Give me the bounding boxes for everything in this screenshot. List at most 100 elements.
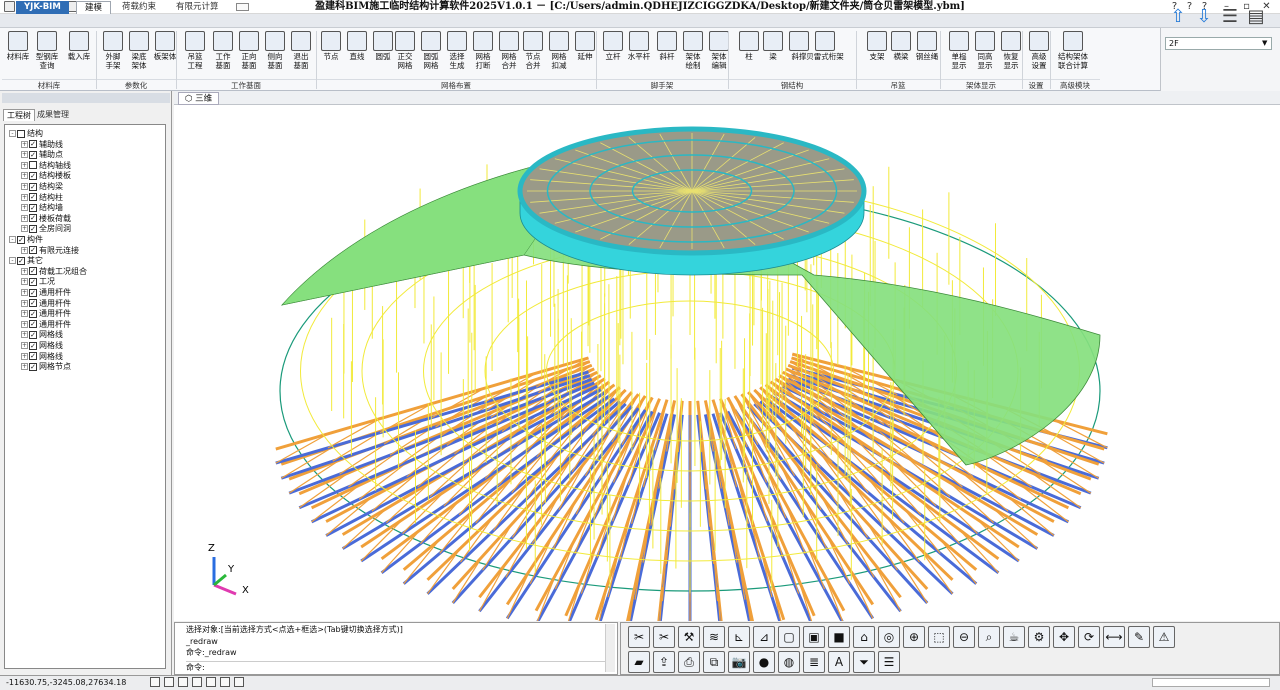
text-icon[interactable]: A	[828, 651, 850, 673]
tree-item-checkbox[interactable]: ✓	[29, 246, 37, 255]
tree-item-checkbox[interactable]: ✓	[29, 203, 37, 212]
expand-icon[interactable]: +	[21, 246, 28, 254]
tree-item[interactable]: + ✓ 通用杆件	[21, 309, 71, 320]
tree-item-checkbox[interactable]: ✓	[29, 224, 37, 233]
expand-icon[interactable]: +	[21, 225, 28, 233]
tree-item[interactable]: + ✓ 网格线	[21, 352, 63, 363]
angle-snap-icon[interactable]	[220, 677, 230, 687]
tree-item[interactable]: + ✓ 楼板荷载	[21, 214, 71, 225]
tab-fem-calc[interactable]: 有限元计算	[168, 1, 227, 14]
expand-icon[interactable]: +	[21, 342, 28, 349]
command-input[interactable]: 命令:	[186, 661, 606, 672]
ribbon-button-steel-library[interactable]: 型钢库 查询	[34, 31, 60, 70]
export-icon[interactable]: ⇪	[653, 651, 675, 673]
ribbon-button-bailey-truss[interactable]: 贝雷式桁架	[806, 31, 844, 61]
tree-item[interactable]: + ✓ 全房间洞	[21, 224, 71, 235]
cut-all-icon[interactable]: ✂	[653, 626, 675, 648]
status-scrollbar[interactable]	[1152, 678, 1270, 687]
tree-item-checkbox[interactable]: ✓	[29, 309, 37, 318]
rotate-icon[interactable]: ⟳	[1078, 626, 1100, 648]
ribbon-button-slab-support[interactable]: 板架体	[152, 31, 178, 61]
palette-icon[interactable]: ●	[753, 651, 775, 673]
expand-icon[interactable]: +	[21, 267, 28, 275]
expand-icon[interactable]: +	[21, 151, 28, 159]
all-floors-icon[interactable]: ☰	[1219, 6, 1241, 28]
tree-item[interactable]: - 结构	[9, 129, 43, 140]
tree-item-checkbox[interactable]: ✓	[29, 330, 37, 339]
floor-down-icon[interactable]: ⇩	[1193, 6, 1215, 28]
tree-item-checkbox[interactable]: ✓	[29, 171, 37, 180]
tree-item[interactable]: + ✓ 通用杆件	[21, 288, 71, 299]
tree-item-checkbox[interactable]: ✓	[17, 256, 25, 265]
pencil-icon[interactable]: ✎	[1128, 626, 1150, 648]
grid-snap-icon[interactable]	[150, 677, 160, 687]
tree-item[interactable]: + ✓ 辅助线	[21, 140, 63, 151]
tree-item-checkbox[interactable]: ✓	[29, 352, 37, 361]
tree-item-checkbox[interactable]: ✓	[29, 299, 37, 308]
line-weight-icon[interactable]	[234, 677, 244, 687]
osnap-track-icon[interactable]	[206, 677, 216, 687]
distance-icon[interactable]: ⊿	[753, 626, 775, 648]
print-icon[interactable]: ⎙	[678, 651, 700, 673]
tree-item-checkbox[interactable]: ✓	[29, 214, 37, 223]
tree-item-checkbox[interactable]: ✓	[29, 341, 37, 350]
tree-item[interactable]: + ✓ 工况	[21, 277, 55, 288]
tree-item-checkbox[interactable]	[29, 161, 37, 170]
expand-icon[interactable]: +	[21, 193, 28, 201]
model-viewport[interactable]: Z Y X	[174, 105, 1280, 621]
ruler-icon[interactable]: ≋	[703, 626, 725, 648]
tree-item[interactable]: - ✓ 构件	[9, 235, 43, 246]
ortho-snap-icon[interactable]	[164, 677, 174, 687]
expand-icon[interactable]: +	[21, 331, 28, 339]
tree-item-checkbox[interactable]: ✓	[29, 320, 37, 329]
pan-icon[interactable]: ✥	[1053, 626, 1075, 648]
copy-icon[interactable]: ⧉	[703, 651, 725, 673]
axis-icon[interactable]: ⊾	[728, 626, 750, 648]
house-view-icon[interactable]: ⌂	[853, 626, 875, 648]
collapse-icon[interactable]: -	[9, 236, 16, 243]
zoom-extent-icon[interactable]: ⌕	[978, 626, 1000, 648]
measure-icon[interactable]: ⟷	[1103, 626, 1125, 648]
tree-item-checkbox[interactable]: ✓	[29, 267, 37, 276]
filter-icon[interactable]: ⏷	[853, 651, 875, 673]
warning-icon[interactable]: ⚠	[1153, 626, 1175, 648]
layers-icon[interactable]: ≣	[803, 651, 825, 673]
object-snap-icon[interactable]	[178, 677, 188, 687]
teapot-icon[interactable]: ☕	[1003, 626, 1025, 648]
solid-view-icon[interactable]: ■	[828, 626, 850, 648]
tree-item[interactable]: + ✓ 结构梁	[21, 182, 63, 193]
command-scrollbar[interactable]	[605, 624, 615, 672]
tree-item[interactable]: + ✓ 结构柱	[21, 193, 63, 204]
tree-item[interactable]: + 结构轴线	[21, 161, 71, 172]
expand-icon[interactable]: +	[21, 310, 28, 318]
tree-item-checkbox[interactable]: ✓	[29, 193, 37, 202]
tree-item[interactable]: + ✓ 结构楼板	[21, 171, 71, 182]
tree-item-checkbox[interactable]	[17, 129, 25, 138]
polar-snap-icon[interactable]	[192, 677, 202, 687]
tab-yjk-bim[interactable]: YJK-BIM	[16, 1, 69, 14]
tab-build[interactable]: 建模	[76, 1, 112, 14]
expand-icon[interactable]: +	[21, 204, 28, 212]
expand-icon[interactable]: +	[21, 161, 28, 169]
tools-icon[interactable]: ⚒	[678, 626, 700, 648]
tree-item-checkbox[interactable]: ✓	[29, 362, 37, 371]
tree-item[interactable]: + ✓ 辅助点	[21, 150, 63, 161]
cube-view-icon[interactable]: ▣	[803, 626, 825, 648]
tree-item[interactable]: + ✓ 有限元连接	[21, 246, 79, 257]
tree-item-checkbox[interactable]: ✓	[29, 277, 37, 286]
box-view-icon[interactable]: ▢	[778, 626, 800, 648]
cut-icon[interactable]: ✂	[628, 626, 650, 648]
tree-item-checkbox[interactable]: ✓	[29, 150, 37, 159]
sphere-icon[interactable]: ◍	[778, 651, 800, 673]
floor-up-icon[interactable]: ⇧	[1167, 6, 1189, 28]
ribbon-button-advanced-settings[interactable]: 高级 设置	[1026, 31, 1052, 70]
wrench-icon[interactable]: ⚙	[1028, 626, 1050, 648]
expand-icon[interactable]: +	[21, 352, 28, 360]
orbit-icon[interactable]: ◎	[878, 626, 900, 648]
tab-load-constraints[interactable]: 荷载约束	[114, 1, 164, 14]
ribbon-button-beam-support[interactable]: 梁底 架体	[126, 31, 152, 70]
tab-results[interactable]: 成果管理	[34, 109, 72, 121]
zoom-window-icon[interactable]: ⬚	[928, 626, 950, 648]
dwg-icon[interactable]: ▰	[628, 651, 650, 673]
tree-item[interactable]: + ✓ 通用杆件	[21, 299, 71, 310]
